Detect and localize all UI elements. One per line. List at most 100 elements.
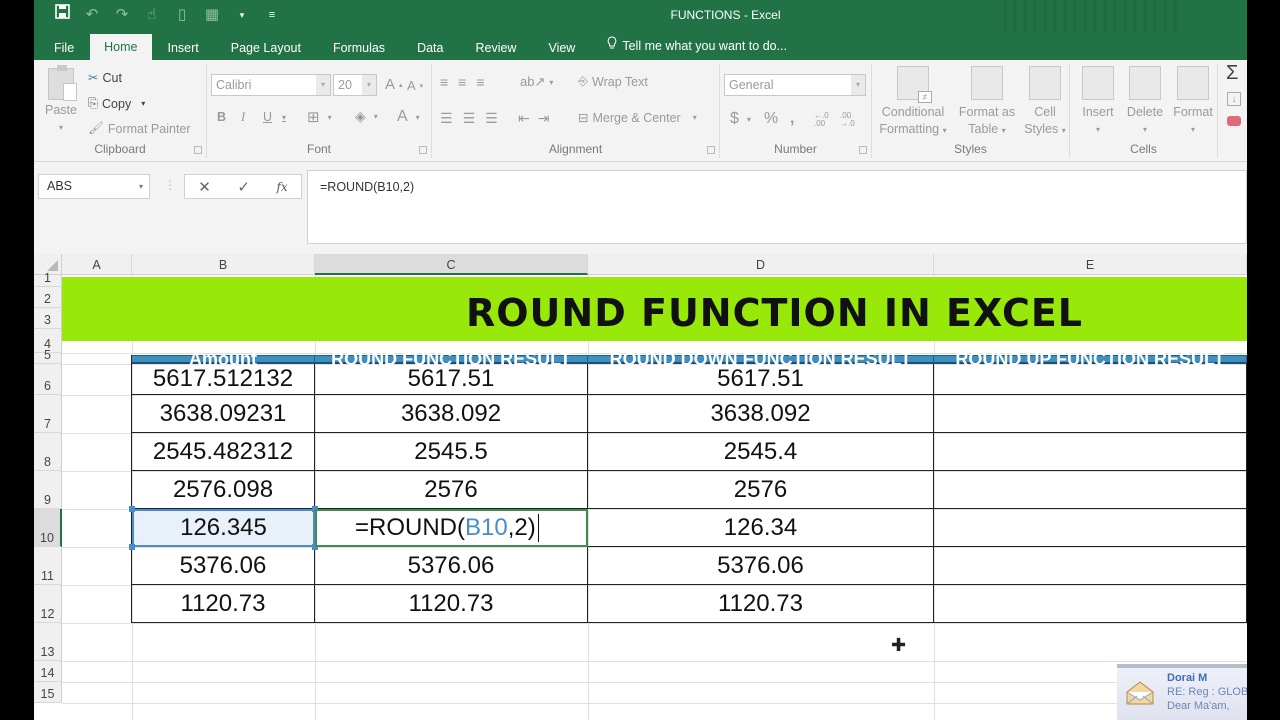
horizontal-align-buttons[interactable]: ☰ ☰ ☰	[440, 110, 504, 127]
table-cell[interactable]: 3638.092	[315, 395, 588, 433]
font-size-select[interactable]: 20 ▾	[333, 74, 377, 96]
table-header-cell[interactable]: ROUND DOWN FUNCTION RESULT	[588, 349, 934, 369]
tab-page-layout[interactable]: Page Layout	[215, 34, 317, 60]
table-cell[interactable]: 3638.09231	[132, 395, 315, 433]
row-header-7[interactable]: 7	[34, 395, 62, 433]
row-header-11[interactable]: 11	[34, 547, 62, 585]
row-header-8[interactable]: 8	[34, 433, 62, 471]
table-cell[interactable]: 1120.73	[315, 585, 588, 623]
email-notification[interactable]: Dorai M RE: Reg : GLOB Dear Ma'am,	[1117, 664, 1247, 720]
font-launcher-icon[interactable]	[419, 146, 427, 154]
row-header-15[interactable]: 15	[34, 682, 62, 703]
tab-home[interactable]: Home	[90, 34, 152, 60]
vertical-align-buttons[interactable]: ≡ ≡ ≡	[440, 74, 491, 90]
table-cell[interactable]: 2576.098	[132, 471, 315, 509]
align-center-icon[interactable]: ☰	[463, 110, 482, 127]
table-cell[interactable]: 2545.4	[588, 433, 934, 471]
cell-styles-button[interactable]: Cell Styles ▾	[1022, 66, 1068, 139]
table-header-cell[interactable]: ROUND FUNCTION RESULT	[315, 349, 588, 369]
decrease-decimal-button[interactable]: .00 →.0	[840, 112, 862, 128]
range-resize-handle[interactable]	[129, 506, 135, 512]
table-header-cell[interactable]: ROUND UP FUNCTION RESULT	[934, 349, 1247, 369]
table-cell[interactable]	[934, 471, 1247, 509]
align-middle-icon[interactable]: ≡	[458, 74, 472, 90]
clipboard-launcher-icon[interactable]	[194, 146, 202, 154]
enter-icon[interactable]: ✓	[237, 178, 250, 196]
indent-buttons[interactable]: ⇤ ⇥	[518, 110, 553, 127]
currency-button[interactable]: $ ▾	[730, 110, 751, 128]
delete-cells-button[interactable]: Delete ▾	[1122, 66, 1168, 138]
table-cell[interactable]: 1120.73	[588, 585, 934, 623]
table-cell[interactable]: 5617.51	[315, 364, 588, 395]
wrap-text-button[interactable]: ⎆ Wrap Text	[578, 74, 648, 89]
orientation-button[interactable]: ab↗ ▾	[520, 74, 553, 90]
font-color-button[interactable]: A ▾	[397, 108, 420, 126]
row-header-9[interactable]: 9	[34, 471, 62, 509]
increase-indent-icon[interactable]: ⇥	[538, 110, 554, 127]
borders-button[interactable]: ⊞ ▾	[307, 108, 332, 126]
align-right-icon[interactable]: ☰	[485, 110, 504, 127]
table-cell[interactable]	[934, 547, 1247, 585]
decrease-indent-icon[interactable]: ⇤	[518, 110, 534, 127]
row-header-13[interactable]: 13	[34, 623, 62, 661]
tab-file[interactable]: File	[34, 34, 90, 60]
font-name-select[interactable]: Calibri ▾	[211, 74, 331, 96]
number-format-select[interactable]: General ▾	[724, 74, 866, 96]
increase-decimal-button[interactable]: ←.0 .00	[814, 112, 836, 128]
table-cell[interactable]: 126.34	[588, 509, 934, 547]
range-resize-handle[interactable]	[129, 544, 135, 550]
italic-button[interactable]: I	[241, 110, 245, 125]
paste-button[interactable]: Paste ▾	[42, 65, 80, 136]
row-header-6[interactable]: 6	[34, 364, 62, 395]
table-cell[interactable]: 5376.06	[588, 547, 934, 585]
tab-data[interactable]: Data	[401, 34, 459, 60]
table-cell[interactable]: 2576	[315, 471, 588, 509]
autosum-button[interactable]: Σ	[1226, 62, 1238, 85]
row-header-14[interactable]: 14	[34, 661, 62, 682]
copy-button[interactable]: ⎘ Copy ▾	[88, 96, 145, 111]
tab-view[interactable]: View	[532, 34, 591, 60]
table-cell[interactable]: 5376.06	[132, 547, 315, 585]
format-cells-button[interactable]: Format ▾	[1170, 66, 1216, 138]
row-header-2[interactable]: 2	[34, 287, 62, 308]
table-cell[interactable]: 2576	[588, 471, 934, 509]
table-cell[interactable]	[934, 364, 1247, 395]
table-cell[interactable]	[934, 585, 1247, 623]
row-header-1[interactable]: 1	[34, 271, 62, 287]
column-header-d[interactable]: D	[588, 254, 934, 275]
table-cell[interactable]	[934, 433, 1247, 471]
active-cell-c10-editor[interactable]: =ROUND(B10,2)	[315, 509, 588, 547]
row-header-3[interactable]: 3	[34, 308, 62, 329]
clear-button[interactable]	[1227, 116, 1241, 126]
comma-button[interactable]: ,	[790, 110, 794, 128]
table-cell[interactable]: 5376.06	[315, 547, 588, 585]
row-header-10[interactable]: 10	[34, 509, 62, 547]
table-cell[interactable]: 5617.51	[588, 364, 934, 395]
tell-me-search[interactable]: Tell me what you want to do...	[591, 32, 787, 60]
insert-function-icon[interactable]: fx	[276, 180, 287, 194]
alignment-launcher-icon[interactable]	[707, 146, 715, 154]
insert-cells-button[interactable]: Insert ▾	[1076, 66, 1120, 138]
align-left-icon[interactable]: ☰	[440, 110, 459, 127]
format-painter-button[interactable]: 🖌 Format Painter	[88, 121, 191, 136]
table-cell[interactable]: 2545.5	[315, 433, 588, 471]
tab-insert[interactable]: Insert	[152, 34, 215, 60]
shrink-font-button[interactable]: A ▾	[407, 78, 423, 93]
row-header-12[interactable]: 12	[34, 585, 62, 623]
name-box[interactable]: ABS ▾	[38, 174, 150, 199]
fill-button[interactable]: ↓	[1227, 92, 1241, 106]
resize-handle-icon[interactable]: ⋮	[164, 178, 176, 192]
tab-formulas[interactable]: Formulas	[317, 34, 401, 60]
table-cell[interactable]	[934, 395, 1247, 433]
table-cell[interactable]	[934, 509, 1247, 547]
number-launcher-icon[interactable]	[859, 146, 867, 154]
fill-color-button[interactable]: ◈ ▾	[355, 108, 378, 125]
merge-center-button[interactable]: ⊟ Merge & Center ▾	[578, 110, 697, 126]
cut-button[interactable]: ✂ Cut	[88, 70, 122, 86]
grow-font-button[interactable]: A ▴	[385, 76, 403, 93]
conditional-formatting-button[interactable]: ≠ Conditional Formatting ▾	[876, 66, 950, 139]
bold-button[interactable]: B	[217, 110, 226, 124]
referenced-cell-b10[interactable]: 126.345	[132, 509, 315, 547]
table-cell[interactable]: 1120.73	[132, 585, 315, 623]
format-as-table-button[interactable]: Format as Table ▾	[954, 66, 1020, 139]
